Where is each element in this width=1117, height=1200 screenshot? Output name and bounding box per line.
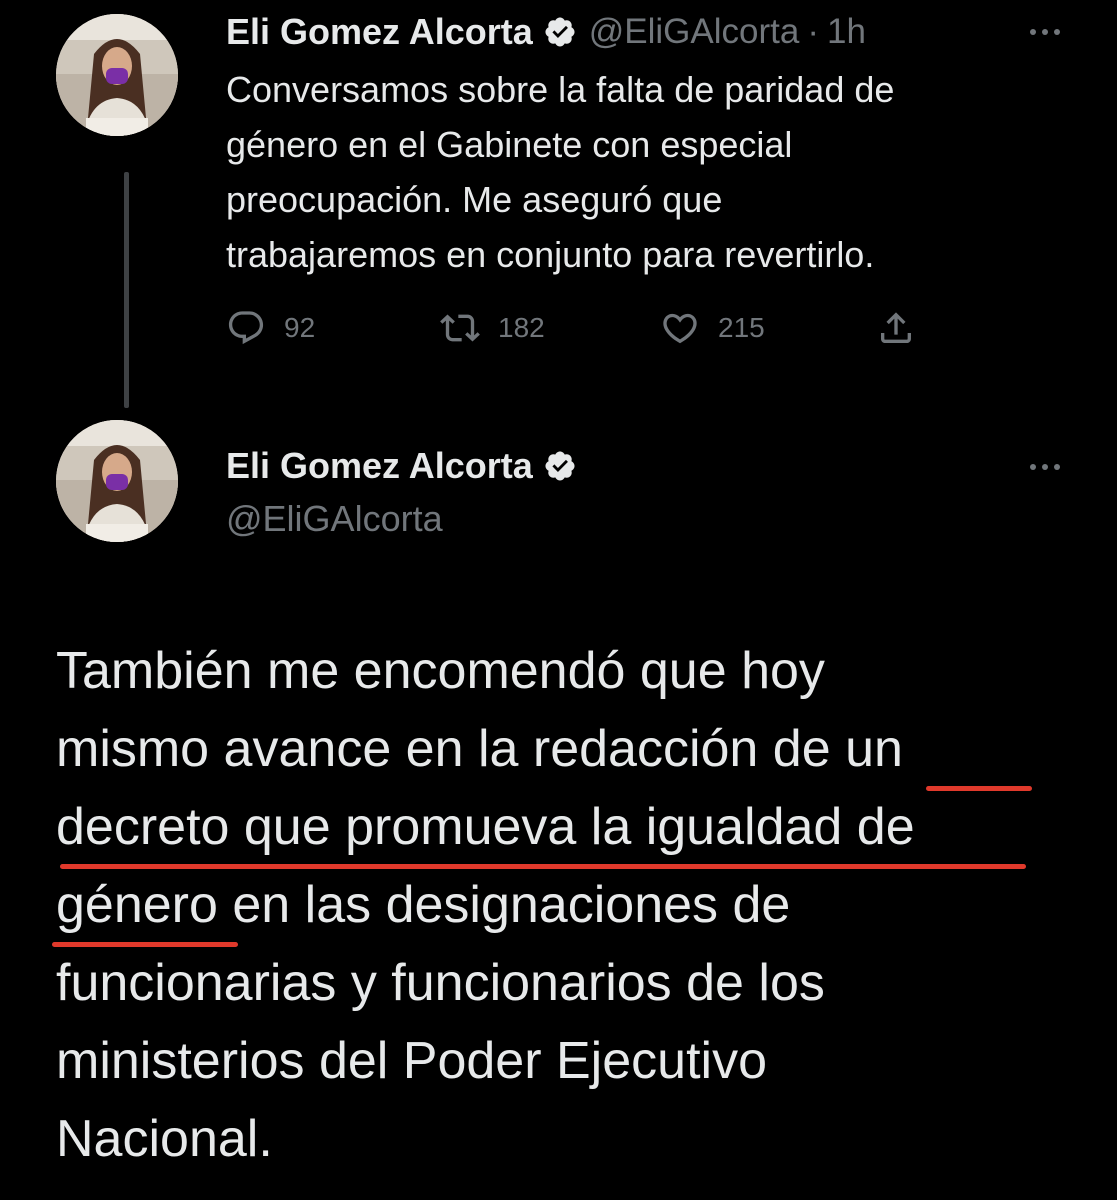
tweet1-timestamp[interactable]: 1h: [827, 12, 866, 52]
tweet2-text-line: género en las designaciones de: [56, 876, 791, 934]
tweet2-handle[interactable]: @EliGAlcorta: [226, 498, 443, 540]
reply-button[interactable]: 92: [226, 306, 315, 350]
retweet-button[interactable]: 182: [440, 306, 545, 350]
author-avatar[interactable]: [56, 420, 178, 542]
tweet1-action-bar: 92 182 215: [226, 306, 946, 350]
tweet2-text-line: También me encomendó que hoy: [56, 642, 825, 700]
heart-icon: [663, 313, 697, 344]
tweet1-header: Eli Gomez Alcorta @EliGAlcorta · 1h: [226, 10, 866, 54]
tweet2-text-line: ministerios del Poder Ejecutivo: [56, 1032, 767, 1090]
more-options-icon[interactable]: [1030, 462, 1060, 472]
like-count: 215: [718, 312, 765, 343]
reply-icon: [228, 311, 264, 345]
tweet2-author-row: Eli Gomez Alcorta: [226, 442, 577, 490]
tweet1-handle[interactable]: @EliGAlcorta: [589, 12, 800, 52]
tweet2-text-line: mismo avance en la redacción de un: [56, 720, 903, 778]
tweet1-text-line: preocupación. Me aseguró que: [226, 179, 723, 220]
share-icon: [881, 312, 911, 343]
tweet1-text-line: Conversamos sobre la falta de paridad de: [226, 69, 895, 110]
avatar-photo: [56, 14, 178, 136]
thread-connector-line: [124, 172, 129, 408]
tweet1-author-name[interactable]: Eli Gomez Alcorta: [226, 11, 533, 53]
annotation-underline: [60, 864, 1026, 869]
tweet2-text: También me encomendó que hoy mismo avanc…: [56, 632, 1096, 1178]
annotation-underline: [52, 942, 238, 947]
tweet1-text: Conversamos sobre la falta de paridad de…: [226, 62, 1086, 282]
tweet1-separator: ·: [807, 12, 819, 51]
tweet1-text-line: trabajaremos en conjunto para revertirlo…: [226, 234, 875, 275]
tweet2-author-name[interactable]: Eli Gomez Alcorta: [226, 445, 533, 487]
more-options-icon[interactable]: [1030, 27, 1060, 37]
tweet1-text-line: género en el Gabinete con especial: [226, 124, 793, 165]
verified-badge-icon: [543, 15, 577, 49]
tweet2-text-line: funcionarias y funcionarios de los: [56, 954, 825, 1012]
verified-badge-icon: [543, 449, 577, 483]
tweet2-text-line: Nacional.: [56, 1110, 273, 1168]
author-avatar[interactable]: [56, 14, 178, 136]
retweet-icon: [440, 314, 480, 342]
share-button[interactable]: [876, 306, 916, 350]
like-button[interactable]: 215: [660, 306, 765, 350]
retweet-count: 182: [498, 312, 545, 343]
annotation-underline: [926, 786, 1032, 791]
reply-count: 92: [284, 312, 316, 343]
tweet2-text-line: decreto que promueva la igualdad de: [56, 798, 915, 856]
avatar-photo: [56, 420, 178, 542]
